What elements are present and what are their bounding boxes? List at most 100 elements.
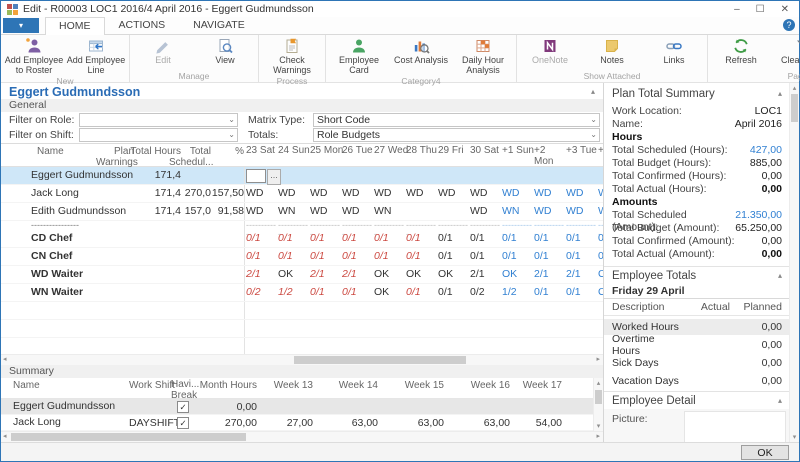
filter-role-combobox[interactable]: ⌄ bbox=[79, 113, 238, 127]
day-cell[interactable]: OK bbox=[406, 268, 436, 280]
grid-row-eggert-gudmundsson[interactable]: Eggert Gudmundsson171,4… bbox=[1, 167, 603, 185]
scroll-left-icon[interactable]: ◂ bbox=[3, 355, 7, 365]
day-cell[interactable]: WD bbox=[374, 187, 404, 199]
general-section-header[interactable]: General bbox=[1, 99, 603, 112]
collapse-employee-totals-icon[interactable]: ▴ bbox=[778, 271, 782, 280]
day-cell[interactable]: 0/1 bbox=[310, 232, 340, 244]
having-break-checkbox[interactable]: ✓ bbox=[177, 401, 189, 413]
day-cell[interactable]: 0/2 bbox=[470, 286, 500, 298]
grid-empty-row[interactable] bbox=[1, 338, 603, 354]
column-header-day-30-sat[interactable]: 30 Sat bbox=[470, 146, 500, 157]
day-cell[interactable]: 0/1 bbox=[566, 232, 596, 244]
factbox-scrollbar[interactable]: ▴ ▾ bbox=[789, 83, 799, 442]
day-cell[interactable]: 0/1 bbox=[438, 286, 468, 298]
day-cell[interactable]: 0/1 bbox=[278, 232, 308, 244]
scrollbar-thumb[interactable] bbox=[294, 356, 466, 364]
grid-empty-row[interactable] bbox=[1, 302, 603, 320]
day-cell[interactable]: 2/1 bbox=[566, 268, 596, 280]
refresh-button[interactable]: Refresh bbox=[711, 36, 771, 66]
close-button[interactable]: ✕ bbox=[781, 4, 789, 15]
day-cell[interactable]: WD bbox=[598, 187, 603, 199]
tab-home[interactable]: HOME bbox=[45, 17, 105, 35]
day-cell[interactable]: WD bbox=[406, 187, 436, 199]
day-cell[interactable]: 0/1 bbox=[374, 232, 404, 244]
day-cell[interactable]: 0/1 bbox=[566, 250, 596, 262]
maximize-button[interactable]: ☐ bbox=[756, 4, 765, 15]
day-cell[interactable]: 0/1 bbox=[310, 286, 340, 298]
day-cell[interactable]: WD bbox=[534, 187, 564, 199]
day-cell[interactable]: 0/1 bbox=[246, 250, 276, 262]
day-cell[interactable]: WD bbox=[438, 187, 468, 199]
employee-totals-row-vacation-days[interactable]: Vacation Days0,00 bbox=[604, 373, 790, 389]
column-header-name[interactable]: Name bbox=[13, 380, 93, 391]
add-employee-to-roster-button[interactable]: Add Employee to Roster bbox=[4, 36, 64, 76]
day-cell[interactable]: WD bbox=[246, 187, 276, 199]
day-cell[interactable]: OK bbox=[598, 268, 603, 280]
day-cell[interactable]: WD bbox=[502, 187, 532, 199]
employee-totals-row-overtime-hours[interactable]: Overtime Hours0,00 bbox=[604, 337, 790, 353]
scroll-up-icon[interactable]: ▴ bbox=[790, 84, 799, 92]
view-button[interactable]: View bbox=[195, 36, 255, 66]
column-header-day-3-tue[interactable]: +3 Tue bbox=[566, 146, 596, 157]
column-header-percent[interactable]: % bbox=[211, 146, 244, 157]
day-cell[interactable]: OK bbox=[374, 286, 404, 298]
ok-button[interactable]: OK bbox=[741, 445, 789, 460]
collapse-pane-icon[interactable]: ▴ bbox=[591, 87, 595, 96]
day-cell[interactable]: WD bbox=[598, 205, 603, 217]
day-cell[interactable]: WD bbox=[278, 187, 308, 199]
grid-horizontal-scrollbar[interactable]: ◂ ▸ bbox=[1, 354, 603, 365]
day-cell[interactable]: 2/1 bbox=[246, 268, 276, 280]
day-cell[interactable]: WN bbox=[374, 205, 404, 217]
summary-vertical-scrollbar[interactable]: ▴▾ bbox=[593, 378, 603, 431]
add-employee-line-button[interactable]: Add Employee Line bbox=[66, 36, 126, 76]
day-cell[interactable]: 0/1 bbox=[342, 232, 372, 244]
column-header-day-24-sun[interactable]: 24 Sun bbox=[278, 146, 308, 157]
cost-analysis-button[interactable]: Cost Analysis bbox=[391, 36, 451, 66]
summary-section-header[interactable]: Summary bbox=[1, 365, 603, 378]
scroll-down-icon[interactable]: ▾ bbox=[790, 433, 799, 441]
day-cell[interactable]: 0/1 bbox=[342, 250, 372, 262]
scroll-right-icon[interactable]: ▸ bbox=[596, 432, 600, 442]
column-header-total-scheduled[interactable]: TotalSchedul... bbox=[169, 146, 211, 168]
day-cell[interactable]: OK bbox=[438, 268, 468, 280]
clear-filter-button[interactable]: Clear Filter bbox=[773, 36, 800, 66]
collapse-employee-detail-icon[interactable]: ▴ bbox=[778, 396, 782, 405]
day-cell[interactable]: WD bbox=[566, 187, 596, 199]
day-cell[interactable]: 0/1 bbox=[534, 250, 564, 262]
minimize-button[interactable]: – bbox=[734, 4, 740, 15]
tab-actions[interactable]: ACTIONS bbox=[105, 16, 180, 34]
day-cell[interactable]: 0/1 bbox=[502, 250, 532, 262]
day-cell[interactable]: WD bbox=[566, 205, 596, 217]
cell-editor[interactable] bbox=[246, 169, 266, 183]
grid-row-edith-gudmundsson[interactable]: Edith Gudmundsson171,4157,091,58WDWNWDWD… bbox=[1, 203, 603, 221]
scrollbar-thumb[interactable] bbox=[595, 390, 602, 404]
column-header-week-14[interactable]: Week 14 bbox=[320, 380, 378, 391]
column-header-name[interactable]: Name bbox=[37, 146, 97, 157]
column-header-week-16[interactable]: Week 16 bbox=[452, 380, 510, 391]
column-header-day-1-sun[interactable]: +1 Sun bbox=[502, 146, 532, 157]
day-cell[interactable]: 0/1 bbox=[406, 250, 436, 262]
day-cell[interactable]: 0/1 bbox=[310, 250, 340, 262]
day-cell[interactable]: WN bbox=[502, 205, 532, 217]
day-cell[interactable]: 0/1 bbox=[342, 286, 372, 298]
day-cell[interactable]: 2/1 bbox=[534, 268, 564, 280]
tab-navigate[interactable]: NAVIGATE bbox=[179, 16, 259, 34]
summary-horizontal-scrollbar[interactable]: ◂ ▸ bbox=[1, 431, 603, 442]
filter-shift-combobox[interactable]: ⌄ bbox=[79, 128, 238, 142]
day-cell[interactable]: 0/1 bbox=[470, 232, 500, 244]
field-value[interactable]: 21.350,00 bbox=[735, 209, 782, 222]
day-cell[interactable]: 0/1 bbox=[278, 250, 308, 262]
day-cell[interactable]: WD bbox=[470, 187, 500, 199]
check-warnings-button[interactable]: Check Warnings bbox=[262, 36, 322, 76]
day-cell[interactable]: 0/2 bbox=[246, 286, 276, 298]
day-cell[interactable]: 0/1 bbox=[246, 232, 276, 244]
day-cell[interactable]: OK bbox=[278, 268, 308, 280]
scrollbar-thumb[interactable] bbox=[11, 433, 246, 441]
day-cell[interactable]: WD bbox=[342, 205, 372, 217]
column-header-day-29-fri[interactable]: 29 Fri bbox=[438, 146, 468, 157]
column-header-day-4-wed[interactable]: +4 Wed bbox=[598, 146, 603, 157]
column-header-day-23-sat[interactable]: 23 Sat bbox=[246, 146, 276, 157]
day-cell[interactable]: 0/1 bbox=[438, 232, 468, 244]
links-button[interactable]: Links bbox=[644, 36, 704, 66]
day-cell[interactable]: OK bbox=[598, 286, 603, 298]
